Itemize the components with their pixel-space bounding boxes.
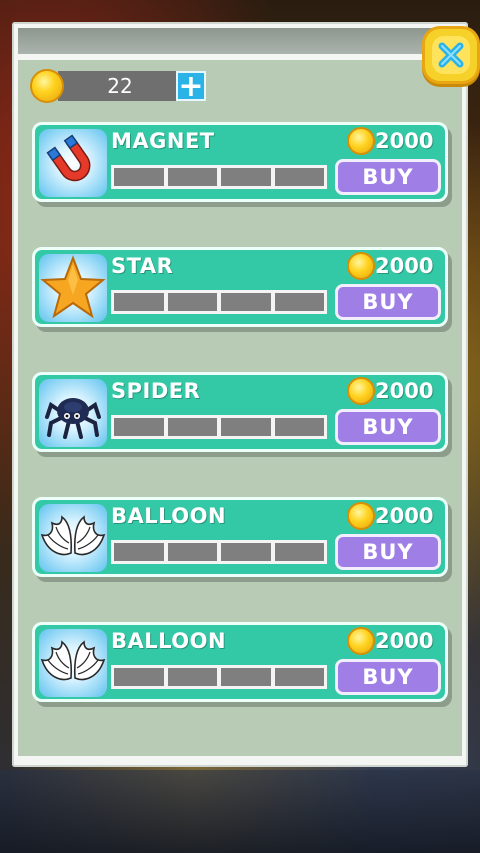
progress-segment xyxy=(167,418,217,436)
upgrade-progress xyxy=(111,540,327,564)
shop-item-magnet: MAGNET 2000 BUY xyxy=(32,122,448,202)
item-name: STAR xyxy=(111,254,174,278)
progress-segment xyxy=(274,668,324,686)
progress-segment xyxy=(114,543,164,561)
add-coins-button[interactable]: + xyxy=(176,71,206,102)
progress-segment xyxy=(114,168,164,186)
buy-button[interactable]: BUY xyxy=(335,659,441,695)
item-name: MAGNET xyxy=(111,129,215,153)
progress-segment xyxy=(274,293,324,311)
progress-segment xyxy=(167,543,217,561)
progress-segment xyxy=(221,293,271,311)
progress-segment xyxy=(274,543,324,561)
progress-segment xyxy=(274,418,324,436)
item-name: BALLOON xyxy=(111,504,227,528)
coin-count: 22 xyxy=(58,71,176,101)
buy-button[interactable]: BUY xyxy=(335,409,441,445)
coin-icon xyxy=(347,502,375,530)
coin-icon xyxy=(347,627,375,655)
buy-button[interactable]: BUY xyxy=(335,159,441,195)
progress-segment xyxy=(221,168,271,186)
progress-segment xyxy=(221,418,271,436)
item-price: 2000 xyxy=(347,127,433,155)
progress-segment xyxy=(114,293,164,311)
buy-button[interactable]: BUY xyxy=(335,284,441,320)
progress-segment xyxy=(167,168,217,186)
coin-icon xyxy=(30,69,64,103)
shop-item-list: MAGNET 2000 BUY STAR 2000 BUY SPIDER 200… xyxy=(32,122,448,747)
progress-segment xyxy=(274,168,324,186)
item-price: 2000 xyxy=(347,502,433,530)
item-name: SPIDER xyxy=(111,379,201,403)
price-value: 2000 xyxy=(375,629,434,653)
magnet-icon xyxy=(39,129,107,197)
upgrade-progress xyxy=(111,165,327,189)
close-button[interactable] xyxy=(422,26,480,84)
upgrade-progress xyxy=(111,665,327,689)
shop-item-spider: SPIDER 2000 BUY xyxy=(32,372,448,452)
progress-segment xyxy=(114,418,164,436)
shop-panel-header xyxy=(18,28,462,54)
price-value: 2000 xyxy=(375,379,434,403)
background-footer xyxy=(0,770,480,853)
progress-segment xyxy=(167,668,217,686)
coin-icon xyxy=(347,252,375,280)
buy-button[interactable]: BUY xyxy=(335,534,441,570)
upgrade-progress xyxy=(111,415,327,439)
item-price: 2000 xyxy=(347,627,433,655)
item-name: BALLOON xyxy=(111,629,227,653)
price-value: 2000 xyxy=(375,129,434,153)
wings-icon xyxy=(39,629,107,697)
progress-segment xyxy=(221,668,271,686)
coin-icon xyxy=(347,377,375,405)
shop-item-star: STAR 2000 BUY xyxy=(32,247,448,327)
coin-balance: 22 + xyxy=(30,69,206,103)
shop-item-balloon: BALLOON 2000 BUY xyxy=(32,497,448,577)
shop-item-balloon: BALLOON 2000 BUY xyxy=(32,622,448,702)
item-price: 2000 xyxy=(347,252,433,280)
star-icon xyxy=(39,254,107,322)
price-value: 2000 xyxy=(375,504,434,528)
item-price: 2000 xyxy=(347,377,433,405)
progress-segment xyxy=(167,293,217,311)
progress-segment xyxy=(221,543,271,561)
progress-segment xyxy=(114,668,164,686)
wings-icon xyxy=(39,504,107,572)
price-value: 2000 xyxy=(375,254,434,278)
upgrade-progress xyxy=(111,290,327,314)
spider-icon xyxy=(39,379,107,447)
close-icon xyxy=(432,36,470,74)
coin-icon xyxy=(347,127,375,155)
